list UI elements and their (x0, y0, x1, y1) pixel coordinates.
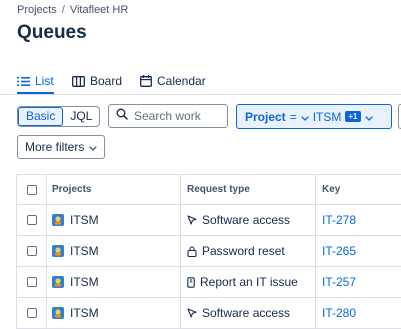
search-box (108, 104, 228, 128)
tab-list[interactable]: List (17, 72, 54, 90)
row-checkbox[interactable] (26, 308, 37, 318)
project-filter-label: Project (245, 109, 286, 124)
lock-icon (187, 245, 197, 257)
column-header-projects[interactable]: Projects (46, 175, 181, 204)
jql-mode-button[interactable]: JQL (63, 107, 99, 126)
tabs-divider (0, 94, 401, 95)
request-type-label: Report an IT issue (200, 275, 298, 289)
breadcrumb-project-link[interactable]: Vitafleet HR (70, 4, 129, 16)
column-header-key[interactable]: Key (316, 175, 401, 204)
row-checkbox[interactable] (26, 277, 37, 287)
project-filter-value: ITSM (312, 109, 342, 124)
table-row[interactable]: ITSM Software access IT-278 (17, 205, 401, 236)
column-header-request-type[interactable]: Request type (181, 175, 316, 204)
select-all-checkbox[interactable] (26, 184, 37, 195)
issue-key-link[interactable]: IT-278 (322, 213, 356, 227)
chevron-down-icon (300, 110, 309, 124)
more-filters-label: More filters (25, 140, 85, 154)
project-name[interactable]: ITSM (70, 244, 99, 258)
project-name[interactable]: ITSM (70, 306, 99, 320)
project-avatar-icon (52, 307, 64, 319)
tab-list-label: List (35, 74, 54, 88)
table-row[interactable]: ITSM Software access IT-280 (17, 298, 401, 329)
board-icon (72, 75, 85, 87)
project-avatar-icon (52, 245, 64, 257)
project-avatar-icon (52, 276, 64, 288)
more-filters-button[interactable]: More filters (17, 135, 105, 159)
issue-key-link[interactable]: IT-280 (322, 306, 356, 320)
request-type-label: Software access (202, 306, 291, 320)
tab-calendar[interactable]: Calendar (140, 72, 206, 90)
tab-calendar-label: Calendar (157, 74, 206, 88)
breadcrumb-projects-link[interactable]: Projects (17, 4, 57, 16)
project-filter-count-badge: +1 (345, 111, 361, 122)
issue-key-link[interactable]: IT-257 (322, 275, 356, 289)
breadcrumb: Projects / Vitafleet HR (17, 4, 128, 16)
issue-key-link[interactable]: IT-265 (322, 244, 356, 258)
query-mode-toggle: Basic JQL (17, 106, 101, 127)
search-input[interactable] (134, 109, 224, 123)
tab-board-label: Board (90, 74, 123, 88)
project-name[interactable]: ITSM (70, 213, 99, 227)
project-name[interactable]: ITSM (70, 275, 99, 289)
row-checkbox[interactable] (26, 246, 37, 256)
table-header-row: Projects Request type Key (17, 175, 401, 205)
cursor-icon (187, 215, 197, 225)
project-avatar-icon (52, 214, 64, 226)
device-icon (187, 276, 195, 288)
row-checkbox[interactable] (26, 215, 37, 225)
list-icon (17, 76, 30, 87)
calendar-icon (140, 75, 152, 87)
tab-board[interactable]: Board (72, 72, 122, 90)
table-row[interactable]: ITSM Report an IT issue IT-257 (17, 267, 401, 298)
cursor-icon (187, 308, 197, 318)
chevron-down-icon (89, 140, 98, 154)
basic-mode-button[interactable]: Basic (18, 107, 64, 126)
project-filter-operator: = (289, 109, 297, 124)
request-type-label: Password reset (202, 244, 285, 258)
issues-table: Projects Request type Key ITSM Software … (16, 174, 401, 329)
search-icon (116, 107, 128, 125)
project-filter-button[interactable]: Project = ITSM +1 (236, 104, 392, 129)
breadcrumb-separator: / (61, 4, 65, 16)
chevron-down-icon (364, 110, 373, 124)
request-type-label: Software access (202, 213, 291, 227)
page-title: Queues (17, 22, 87, 43)
table-row[interactable]: ITSM Password reset IT-265 (17, 236, 401, 267)
